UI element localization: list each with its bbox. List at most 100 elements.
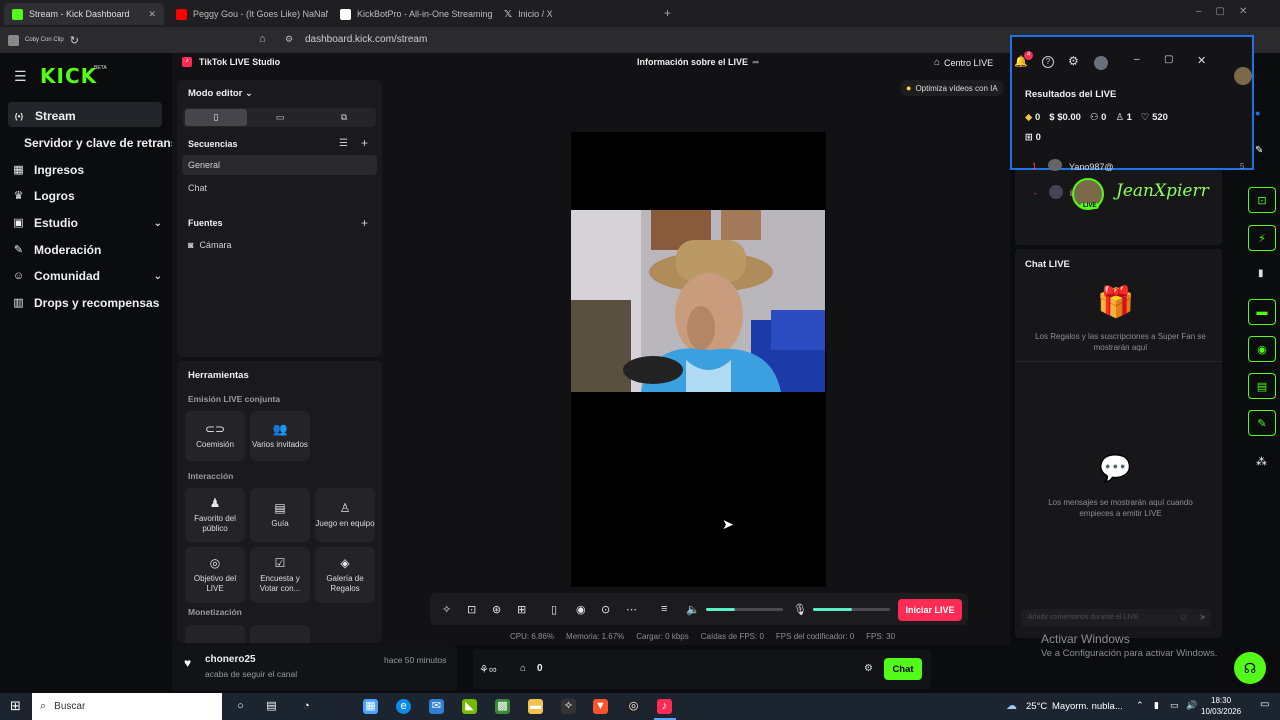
tool-monetization-1[interactable] [185, 625, 245, 643]
tiktok-live-studio-icon[interactable]: ♪ [657, 699, 672, 714]
usb-icon[interactable]: ▮ [1154, 700, 1159, 711]
centro-live-button[interactable]: ⌂ Centro LIVE [934, 57, 993, 68]
emoji-icon[interactable]: ☺ [1179, 612, 1188, 622]
speaker-icon[interactable]: 🔈 [686, 603, 700, 616]
close-icon[interactable]: ✕ [1197, 54, 1206, 67]
close-tab-icon[interactable]: ✕ [148, 9, 156, 20]
tray-chevron-icon[interactable]: ⌃ [1136, 700, 1144, 711]
nav-item-logros[interactable]: ♛ Logros [12, 189, 75, 203]
chevron-down-icon[interactable]: ⌄ [154, 271, 162, 282]
obs-icon[interactable]: ◎ [626, 699, 641, 714]
minecraft-icon[interactable]: ▩ [495, 699, 510, 714]
clock-date[interactable]: 10/03/2026 [1201, 707, 1241, 716]
minimize-icon[interactable]: – [1134, 54, 1140, 65]
lightning-icon[interactable]: ⚡ [1248, 225, 1276, 251]
tab-kickbotpro[interactable]: KickBotPro - All-in-One Streaming To [332, 3, 492, 25]
infinity-icon[interactable]: ⚘∞ [479, 663, 497, 676]
volume-slider[interactable] [706, 608, 783, 611]
bookmark-star-icon[interactable]: ⌂ [259, 33, 266, 45]
record-icon[interactable]: ◉ [576, 603, 586, 616]
screen-record-icon[interactable]: ⊙ [601, 603, 610, 616]
adjustments-icon[interactable]: ≡ [661, 603, 667, 615]
task-view-icon[interactable]: ▤ [264, 699, 279, 714]
cortana-icon[interactable]: ○ [233, 699, 248, 714]
chat-send-button[interactable]: Chat [884, 658, 922, 680]
tool-juego-equipo[interactable]: ♙ Juego en equipo [315, 488, 375, 542]
support-headset-icon[interactable]: ☊ [1234, 652, 1266, 684]
folder-icon[interactable]: ▬ [528, 699, 543, 714]
network-icon[interactable]: ▭ [1170, 700, 1179, 711]
kick-user-avatar[interactable] [1234, 67, 1252, 85]
bookmark-item[interactable]: Coby Con Clip ↻ [8, 33, 168, 47]
weather-desc[interactable]: Mayorm. nubla... [1052, 701, 1123, 712]
layers-icon[interactable]: ▤ [1248, 373, 1276, 399]
store-app-icon[interactable]: ▦ [363, 699, 378, 714]
both-option-icon[interactable]: ⧉ [313, 109, 375, 126]
ai-effects-icon[interactable]: ⊛ [492, 603, 501, 616]
tab-x[interactable]: 𝕏 Inicio / X [496, 3, 656, 25]
tool-favorito[interactable]: ♟ Favorito del público [185, 488, 245, 542]
site-info-icon[interactable]: ⚙ [285, 34, 293, 45]
nav-item-drops[interactable]: ▥ Drops y recompensas [12, 296, 159, 310]
nav-item-server-key[interactable]: Servidor y clave de retransm [24, 136, 172, 150]
info-icon[interactable]: ● [1255, 108, 1260, 118]
mail-icon[interactable]: ✉ [429, 699, 444, 714]
url-field[interactable]: dashboard.kick.com/stream [305, 34, 427, 45]
tool-guia[interactable]: ▤ Guía [250, 488, 310, 542]
live-info-title[interactable]: Información sobre el LIVE [637, 57, 748, 67]
app-icon[interactable]: ◔ [299, 699, 314, 714]
tool-galeria[interactable]: ◈ Galería de Regalos [315, 547, 375, 603]
mode-editor-dropdown[interactable]: Modo editor ⌄ [188, 88, 253, 99]
app-icon[interactable]: ✧ [561, 699, 576, 714]
comment-input[interactable]: Añadir comentarios durante el LIVE ☺ ➤ [1021, 609, 1211, 627]
wrench-icon[interactable]: ✎ [1248, 410, 1276, 436]
sequence-item-general[interactable]: General [182, 155, 377, 175]
follower-name[interactable]: chonero25 [205, 654, 256, 665]
layout-icon[interactable]: ⊞ [517, 603, 526, 616]
edge-icon[interactable]: e [396, 699, 411, 714]
screen-target-icon[interactable]: ⊡ [1248, 187, 1276, 213]
optimize-ai-button[interactable]: ● Optimiza vídeos con IA [900, 80, 1004, 96]
sequence-item-chat[interactable]: Chat [188, 183, 207, 193]
hamburger-menu-icon[interactable]: ☰ [14, 68, 27, 85]
volume-icon[interactable]: 🔊 [1186, 700, 1197, 711]
tab-youtube[interactable]: Peggy Gou - (It Goes Like) NaNaNa ( [168, 3, 328, 25]
help-icon[interactable]: ? [1042, 56, 1054, 68]
chat-icon[interactable]: ▬ [1248, 299, 1276, 325]
new-tab-icon[interactable]: + [664, 6, 671, 20]
start-live-button[interactable]: Iniciar LIVE [898, 599, 962, 621]
kick-logo[interactable]: KICK [40, 64, 97, 88]
profile-avatar[interactable] [1094, 56, 1108, 70]
list-icon[interactable]: ☰ [339, 138, 348, 149]
maximize-icon[interactable]: ▢ [1164, 54, 1173, 65]
nav-item-comunidad[interactable]: ☺ Comunidad ⌄ [12, 269, 162, 283]
chat-settings-icon[interactable]: ⚙ [864, 663, 873, 674]
nav-item-estudio[interactable]: ▣ Estudio ⌄ [12, 216, 162, 230]
broadcast-icon[interactable]: ◉ [1248, 336, 1276, 362]
magic-effects-icon[interactable]: ✧ [442, 603, 451, 616]
share-nodes-icon[interactable]: ⁂ [1256, 455, 1267, 468]
nvidia-icon[interactable]: ◣ [462, 699, 477, 714]
taskbar-search-box[interactable]: ⌕ Buscar [32, 693, 222, 720]
brave-icon[interactable]: ▼ [593, 699, 608, 714]
nav-item-ingresos[interactable]: ▦ Ingresos [12, 163, 84, 177]
nav-item-moderacion[interactable]: ✎ Moderación [12, 243, 101, 257]
phone-preview-icon[interactable]: ▯ [551, 603, 557, 616]
window-controls[interactable]: –▢✕ [1196, 6, 1261, 17]
reload-icon[interactable]: ↻ [70, 34, 79, 47]
settings-gear-icon[interactable]: ⚙ [1068, 54, 1079, 68]
chevron-down-icon[interactable]: ⌄ [154, 218, 162, 229]
tool-coemision[interactable]: ⊂⊃ Coemisión [185, 411, 245, 461]
microphone-icon[interactable]: 🎙 [793, 603, 807, 616]
tool-monetization-2[interactable] [250, 625, 310, 643]
portrait-option-icon[interactable]: ▯ [185, 109, 247, 126]
source-item-camera[interactable]: ◙ Cámara [188, 240, 231, 250]
notifications-icon[interactable]: ▭ [1260, 699, 1269, 710]
more-options-icon[interactable]: ⋯ [626, 603, 637, 616]
tool-varios-invitados[interactable]: 👥 Varios invitados [250, 411, 310, 461]
nav-item-stream[interactable]: (•) Stream [12, 109, 76, 123]
windows-start-icon[interactable]: ⊞ [10, 698, 21, 714]
edit-icon[interactable]: ✎ [1255, 145, 1263, 156]
document-icon[interactable]: ▮ [1258, 268, 1264, 279]
clock-time[interactable]: 18:30 [1211, 696, 1231, 705]
